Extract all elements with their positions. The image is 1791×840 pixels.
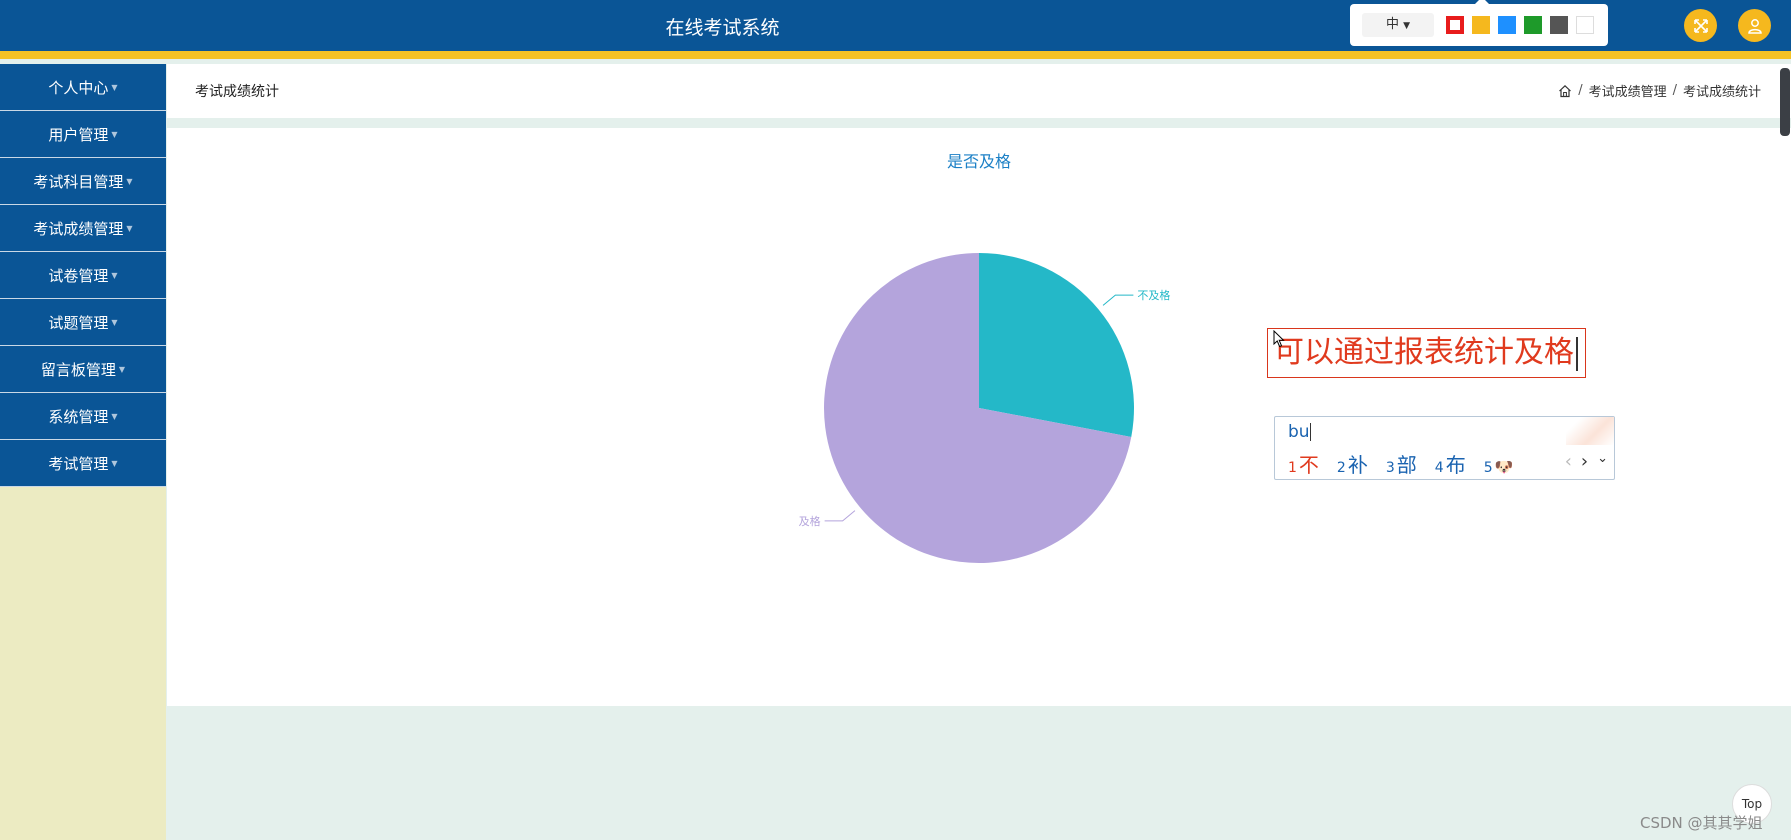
ime-candidate-text: 不 bbox=[1298, 453, 1319, 477]
theme-swatch-yellow[interactable] bbox=[1472, 16, 1490, 34]
annotation-text: 可以通过报表统计及格 bbox=[1274, 335, 1574, 370]
caret-down-icon: ▼ bbox=[1403, 21, 1411, 31]
ime-candidate-number: 2 bbox=[1336, 460, 1346, 476]
fullscreen-button[interactable] bbox=[1684, 9, 1717, 42]
annotation-text-box[interactable]: 可以通过报表统计及格 bbox=[1267, 328, 1586, 378]
sidebar-item-label: 考试科目管理 bbox=[33, 172, 124, 191]
ime-candidate-list: 1 不 2 补 3 部 4 布 5 🐶 bbox=[1288, 449, 1531, 478]
page-title: 考试成绩统计 bbox=[195, 84, 279, 100]
user-icon bbox=[1747, 18, 1762, 34]
header-accent-stripe bbox=[0, 51, 1791, 59]
sidebar-item[interactable]: 留言板管理 ▼ bbox=[0, 346, 166, 393]
home-icon[interactable] bbox=[1558, 84, 1572, 98]
sidebar-item-label: 考试管理 bbox=[48, 454, 109, 473]
sidebar-item[interactable]: 试题管理 ▼ bbox=[0, 299, 166, 346]
ime-candidate[interactable]: 1不 bbox=[1288, 449, 1319, 478]
pie-label-line bbox=[1102, 294, 1134, 306]
theme-swatch-white[interactable] bbox=[1576, 16, 1594, 34]
ime-candidate[interactable]: 4布 bbox=[1435, 449, 1466, 478]
ime-composition-text: bu bbox=[1288, 422, 1310, 442]
sidebar-item[interactable]: 个人中心 ▼ bbox=[0, 64, 166, 111]
pie-slice-label: 不及格 bbox=[1137, 288, 1170, 302]
ime-candidate-text: 部 bbox=[1396, 453, 1417, 477]
caret-down-icon: ▼ bbox=[118, 364, 126, 374]
sidebar-item-label: 试题管理 bbox=[48, 313, 109, 332]
app-title: 在线考试系统 bbox=[665, 17, 780, 39]
caret-down-icon: ▼ bbox=[111, 82, 118, 92]
theme-swatch-green[interactable] bbox=[1524, 16, 1542, 34]
caret-down-icon: ▼ bbox=[111, 411, 118, 421]
ime-composition: bu bbox=[1288, 422, 1311, 442]
breadcrumb-separator: / bbox=[1672, 83, 1677, 98]
breadcrumb-separator: / bbox=[1578, 83, 1583, 98]
ime-candidate-number: 4 bbox=[1434, 460, 1444, 476]
sidebar-item[interactable]: 考试管理 ▼ bbox=[0, 440, 166, 487]
chevron-down-icon[interactable]: ⌄ bbox=[1597, 451, 1608, 472]
page-scrollbar[interactable] bbox=[1780, 68, 1790, 136]
breadcrumb: / 考试成绩管理 / 考试成绩统计 bbox=[1558, 81, 1761, 100]
sidebar-item-label: 试卷管理 bbox=[48, 266, 109, 285]
sidebar-item-label: 用户管理 bbox=[48, 125, 109, 144]
ime-navigation: ‹ › ⌄ bbox=[1565, 451, 1608, 472]
mouse-pointer-icon bbox=[1273, 330, 1285, 348]
ime-candidate-text: 补 bbox=[1347, 453, 1368, 477]
chevron-left-icon[interactable]: ‹ bbox=[1565, 451, 1572, 472]
ime-cursor bbox=[1309, 423, 1311, 441]
theme-swatch-blue[interactable] bbox=[1498, 16, 1516, 34]
ime-candidate[interactable]: 5 🐶 bbox=[1484, 453, 1514, 477]
language-select[interactable]: 中 ▼ bbox=[1362, 13, 1434, 37]
sidebar-item-label: 系统管理 bbox=[48, 407, 109, 426]
sidebar: 个人中心 ▼ 用户管理 ▼ 考试科目管理 ▼ 考试成绩管理 ▼ 试卷管理 ▼ 试题管理 ▼ 留言板管理 ▼… bbox=[0, 64, 166, 840]
caret-down-icon: ▼ bbox=[111, 458, 118, 468]
caret-down-icon: ▼ bbox=[126, 223, 133, 233]
caret-down-icon: ▼ bbox=[111, 270, 118, 280]
ime-candidate-text: 🐶 bbox=[1494, 458, 1514, 476]
pie-label-line bbox=[824, 510, 856, 522]
ime-candidate-popup: bu 1 不 2 补 3 部 4 布 5 🐶 ‹ › ⌄ bbox=[1274, 416, 1615, 480]
ime-candidate-number: 3 bbox=[1385, 460, 1395, 476]
caret-down-icon: ▼ bbox=[126, 176, 133, 186]
caret-down-icon: ▼ bbox=[111, 317, 118, 327]
ime-candidate-number: 1 bbox=[1288, 460, 1297, 476]
ime-candidate-text: 布 bbox=[1445, 453, 1466, 477]
sidebar-item[interactable]: 试卷管理 ▼ bbox=[0, 252, 166, 299]
theme-swatch-gray[interactable] bbox=[1550, 16, 1568, 34]
breadcrumb-item-exam-score-management[interactable]: 考试成绩管理 bbox=[1589, 81, 1667, 100]
user-menu-button[interactable] bbox=[1738, 9, 1771, 42]
sidebar-item-label: 个人中心 bbox=[48, 78, 109, 97]
top-header: 在线考试系统 中 ▼ bbox=[0, 0, 1791, 51]
watermark: CSDN @其其学姐 bbox=[1640, 814, 1763, 832]
chevron-right-icon[interactable]: › bbox=[1581, 451, 1588, 472]
expand-icon bbox=[1693, 18, 1708, 33]
sidebar-item-label: 留言板管理 bbox=[40, 360, 116, 379]
pie-slice[interactable] bbox=[979, 253, 1134, 438]
text-caret bbox=[1576, 336, 1578, 371]
theme-panel: 中 ▼ bbox=[1350, 0, 1608, 46]
sidebar-item[interactable]: 考试科目管理 ▼ bbox=[0, 158, 166, 205]
ime-decoration bbox=[1566, 417, 1614, 445]
sidebar-item[interactable]: 用户管理 ▼ bbox=[0, 111, 166, 158]
ime-candidate[interactable]: 2补 bbox=[1337, 449, 1368, 478]
language-select-label: 中 bbox=[1385, 17, 1399, 32]
pie-slice-label: 及格 bbox=[799, 514, 821, 528]
sidebar-item[interactable]: 系统管理 ▼ bbox=[0, 393, 166, 440]
ime-candidate[interactable]: 3部 bbox=[1386, 449, 1417, 478]
theme-swatch-red[interactable] bbox=[1446, 16, 1464, 34]
ime-candidate-number: 5 bbox=[1483, 460, 1493, 476]
breadcrumb-bar: 考试成绩统计 / 考试成绩管理 / 考试成绩统计 bbox=[167, 64, 1791, 118]
breadcrumb-item-exam-score-statistics: 考试成绩统计 bbox=[1682, 85, 1761, 100]
sidebar-item-label: 考试成绩管理 bbox=[33, 219, 124, 238]
sidebar-item[interactable]: 考试成绩管理 ▼ bbox=[0, 205, 166, 252]
caret-down-icon: ▼ bbox=[111, 129, 118, 139]
theme-panel-caret bbox=[1475, 0, 1489, 4]
